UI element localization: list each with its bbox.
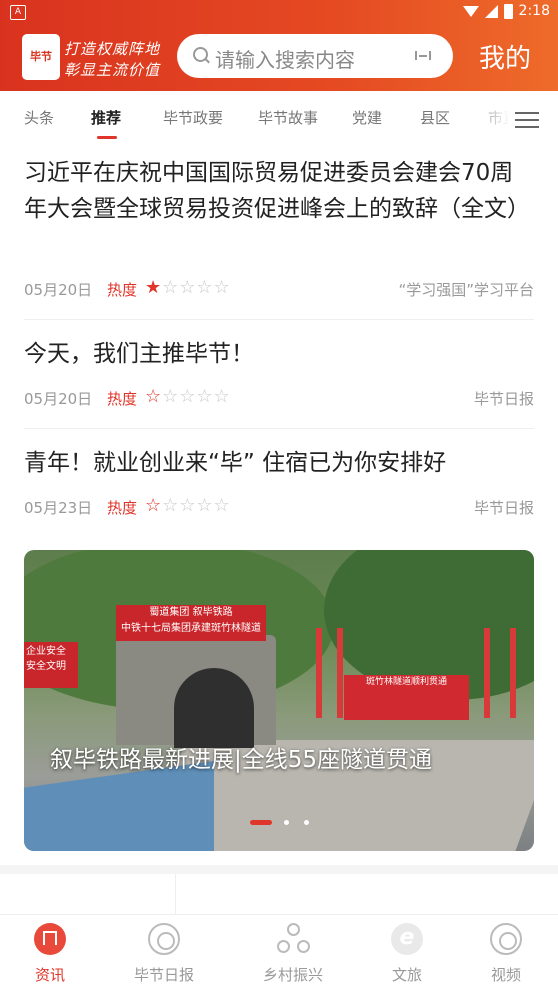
banner-photo-tunnel-hole [174,668,254,748]
banner-photo-safety-sign: 企业安全 安全文明 [24,642,78,688]
column-divider [175,874,176,914]
article-source: 毕节日报 [473,499,534,517]
article-date: 05月23日 [24,499,93,517]
status-indicators: 2:18 [462,3,550,19]
nav-video[interactable]: 视频 [456,923,556,985]
carousel-dot-active[interactable] [250,820,272,825]
slogan-line-2: 彰显主流价值 [64,61,161,79]
banner-caption: 叙毕铁路最新进展|全线55座隧道贯通 [50,747,433,773]
sign-line-2: 中铁十七局集团承建斑竹林隧道 [121,623,261,634]
article-divider [24,319,534,320]
tab-counties[interactable]: 县区 [420,107,450,128]
tabs-fade [470,91,558,141]
article-title: 习近平在庆祝中国国际贸易促进委员会建会70周年大会暨全球贸易投资促进峰会上的致辞… [24,160,530,222]
banner-photo-stage: 斑竹林隧道顺利贯通 [344,675,469,720]
article-item[interactable]: 今天，我们主推毕节！ [24,336,534,372]
nav-label: 资讯 [34,966,65,984]
section-separator [0,865,558,874]
article-divider [24,428,534,429]
banner-photo-shed [24,760,214,851]
star-half-icon: ☆ [145,386,163,407]
nav-label: 文旅 [391,966,422,984]
banner-photo-flag [337,628,343,718]
star-empty-icon: ☆☆☆☆ [162,277,231,298]
article-title: 青年！就业创业来“毕” 住宿已为你安排好 [24,450,447,476]
search-input[interactable]: 请输入搜索内容 [177,34,453,78]
article-item[interactable]: 习近平在庆祝中国国际贸易促进委员会建会70周年大会暨全球贸易投资促进峰会上的致辞… [24,155,534,227]
nav-rural-revitalization[interactable]: 乡村振兴 [243,923,343,985]
signal-icon [484,4,498,18]
nav-label: 视频 [490,966,521,984]
nav-label: 乡村振兴 [262,966,323,984]
nav-news[interactable]: 资讯 [0,923,100,985]
sign-line-1: 蜀道集团 叙毕铁路 [149,607,233,618]
notification-app-icon: A [10,5,26,20]
app-header: A 2:18 毕节 打造权威阵地 彰显主流价值 请输入搜索内容 我的 [0,0,558,91]
article-meta: 05月23日 热度 ☆☆☆☆☆ 毕节日报 [24,495,534,517]
search-placeholder: 请输入搜索内容 [215,48,355,72]
heat-label: 热度 [107,390,138,408]
mine-button[interactable]: 我的 [479,38,531,75]
home-icon [34,923,66,955]
article-meta: 05月20日 热度 ★☆☆☆☆ “学习强国”学习平台 [24,277,534,299]
article-source: “学习强国”学习平台 [398,281,534,299]
star-empty-icon: ☆☆☆☆ [162,495,231,516]
video-ring-icon [490,923,522,955]
article-date: 05月20日 [24,390,93,408]
app-logo[interactable]: 毕节 [22,34,60,80]
banner-photo-sign: 蜀道集团 叙毕铁路 中铁十七局集团承建斑竹林隧道 [116,605,266,641]
tab-toutiao[interactable]: 头条 [24,107,54,128]
banner-photo-flag [510,628,516,718]
article-title: 今天，我们主推毕节！ [24,341,254,367]
article-meta: 05月20日 热度 ☆☆☆☆☆ 毕节日报 [24,386,534,408]
next-section-preview [0,874,558,914]
wifi-icon [462,5,479,17]
active-tab-indicator [97,136,117,139]
nav-label: 毕节日报 [133,966,194,984]
tab-party-building[interactable]: 党建 [352,107,382,128]
nav-bijie-daily[interactable]: 毕节日报 [114,923,214,985]
star-full-icon: ★ [145,277,163,298]
nav-culture-tourism[interactable]: e 文旅 [357,923,457,985]
heat-rating: ★☆☆☆☆ [145,277,231,298]
status-time: 2:18 [518,3,550,19]
bottom-navigation: 资讯 毕节日报 乡村振兴 e 文旅 视频 [0,914,558,993]
e-icon: e [391,923,423,955]
heat-rating: ☆☆☆☆☆ [145,495,231,516]
heat-label: 热度 [107,499,138,517]
heat-rating: ☆☆☆☆☆ [145,386,231,407]
battery-icon [503,3,513,19]
article-date: 05月20日 [24,281,93,299]
star-half-icon: ☆ [145,495,163,516]
article-source: 毕节日报 [473,390,534,408]
ring-icon [148,923,180,955]
carousel-dot[interactable] [304,820,309,825]
menu-icon[interactable] [515,110,539,128]
article-item[interactable]: 青年！就业创业来“毕” 住宿已为你安排好 [24,445,534,481]
banner-photo-flag [316,628,322,718]
star-empty-icon: ☆☆☆☆ [162,386,231,407]
banner-carousel[interactable]: 蜀道集团 叙毕铁路 中铁十七局集团承建斑竹林隧道 企业安全 安全文明 斑竹林隧道… [24,550,534,851]
scan-icon[interactable] [415,51,431,60]
tab-bijie-stories[interactable]: 毕节故事 [258,107,318,128]
carousel-dot[interactable] [284,820,289,825]
heat-label: 热度 [107,281,138,299]
tab-bijie-politics[interactable]: 毕节政要 [163,107,223,128]
search-icon [193,47,208,62]
tab-recommended[interactable]: 推荐 [91,107,121,128]
nodes-icon [277,923,310,955]
status-bar: A 2:18 [0,0,558,24]
banner-photo-flag [484,628,490,718]
slogan-line-1: 打造权威阵地 [64,40,161,58]
